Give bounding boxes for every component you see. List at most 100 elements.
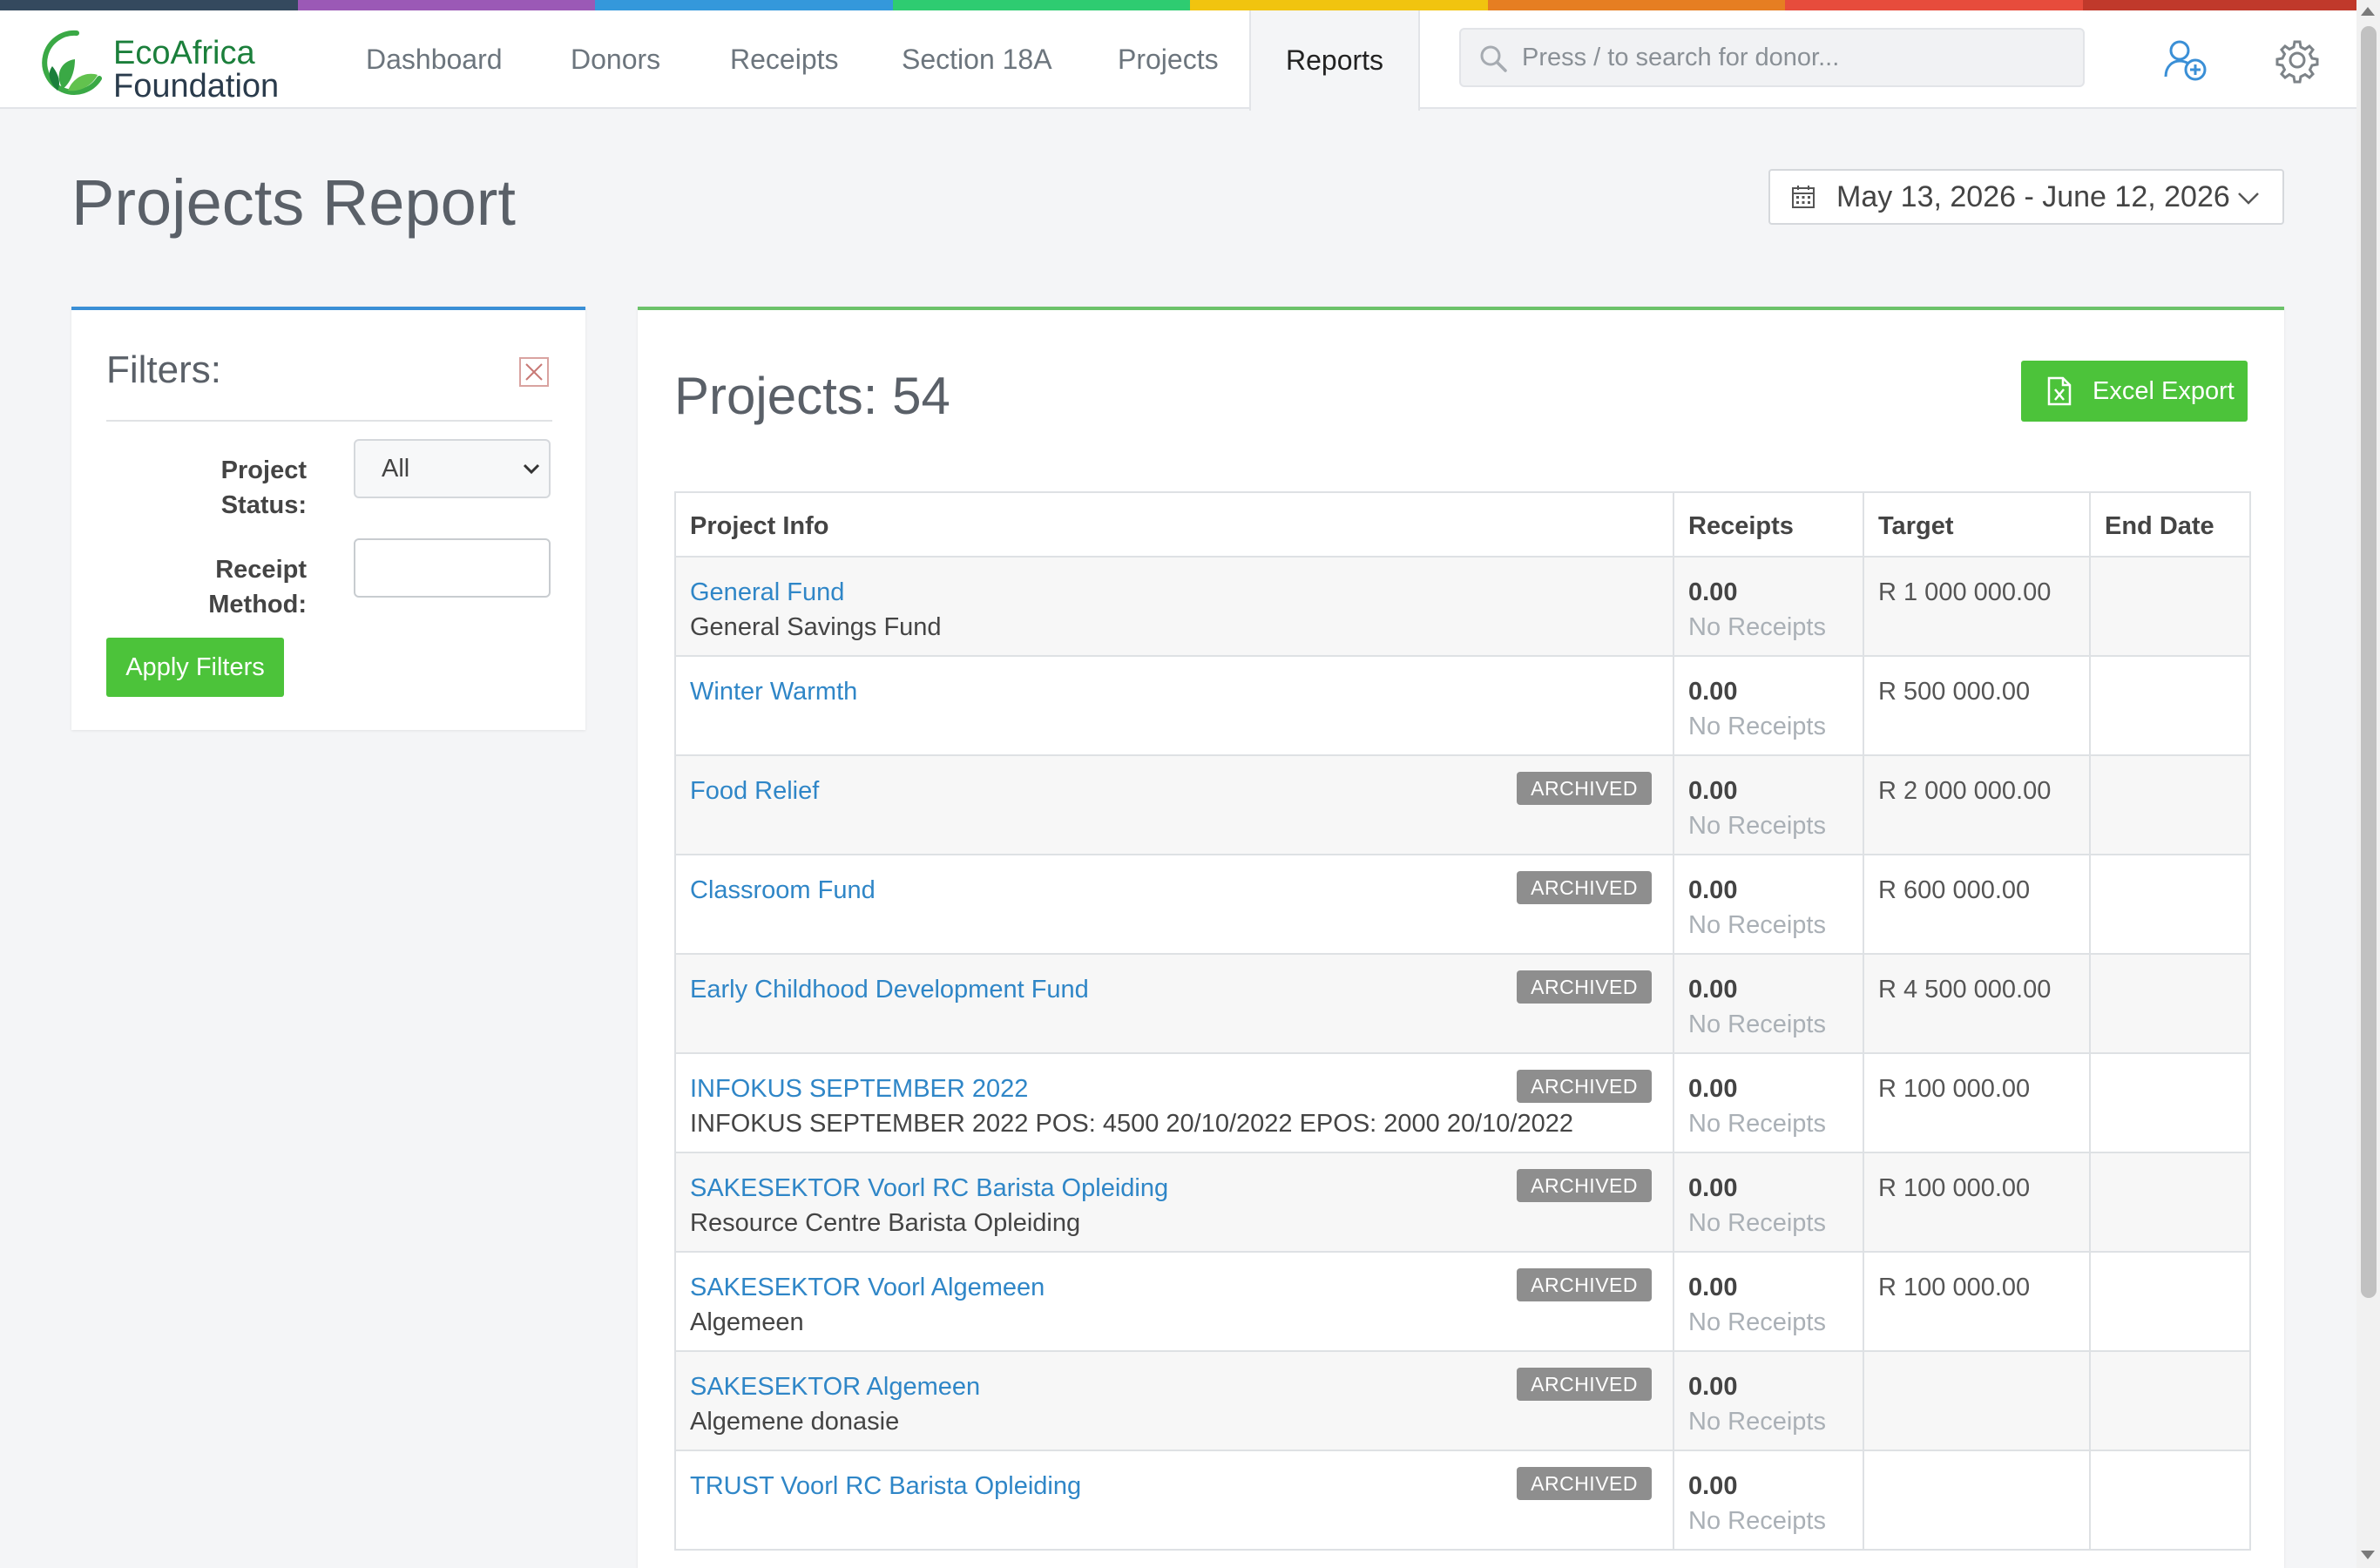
chevron-down-icon — [2238, 193, 2259, 205]
donor-search — [1459, 28, 2085, 87]
brand-name-line1: EcoAfrica — [113, 35, 255, 71]
project-info-cell: INFOKUS SEPTEMBER 2022 INFOKUS SEPTEMBER … — [674, 1052, 1674, 1153]
receipts-cell: 0.00 No Receipts — [1673, 1450, 1864, 1551]
date-range-value: May 13, 2026 - June 12, 2026 — [1836, 179, 2230, 213]
project-name-link[interactable]: Winter Warmth — [690, 674, 1659, 709]
column-receipts[interactable]: Receipts — [1673, 491, 1864, 558]
column-project-info[interactable]: Project Info — [674, 491, 1674, 558]
project-name-link[interactable]: General Fund — [690, 575, 1659, 610]
project-status-select[interactable]: All — [354, 439, 551, 498]
receipts-amount: 0.00 — [1688, 777, 1738, 805]
project-name-link[interactable]: SAKESEKTOR Voorl RC Barista Opleiding — [690, 1171, 1659, 1206]
donor-search-input[interactable] — [1522, 30, 2071, 85]
end-date-cell — [2089, 1450, 2251, 1551]
table-header-row: Project Info Receipts Target End Date — [674, 491, 2251, 558]
brand-name-line2: Foundation — [113, 68, 280, 105]
projects-count: Projects: 54 — [674, 367, 950, 425]
table-row: SAKESEKTOR Voorl Algemeen Algemeen ARCHIVE… — [674, 1251, 2251, 1352]
receipt-method-label: Receipt Method: — [208, 556, 307, 618]
receipt-method-input[interactable] — [354, 538, 551, 598]
target-cell: R 500 000.00 — [1863, 655, 2091, 756]
page-title: Projects Report — [71, 166, 516, 239]
project-info-cell: Classroom Fund ARCHIVED — [674, 854, 1674, 955]
project-status-value: All — [382, 454, 410, 483]
chevron-down-icon — [523, 463, 540, 475]
receipts-cell: 0.00 No Receipts — [1673, 655, 1864, 756]
nav-projects[interactable]: Projects — [1118, 10, 1219, 109]
close-filters-button[interactable] — [519, 357, 549, 387]
stripe-segment — [892, 0, 1190, 10]
receipts-amount: 0.00 — [1688, 876, 1738, 904]
receipts-cell: 0.00 No Receipts — [1673, 1251, 1864, 1352]
scroll-down-arrow-icon[interactable] — [2361, 1551, 2375, 1559]
scrollbar-thumb[interactable] — [2361, 26, 2377, 1298]
table-row: TRUST Voorl RC Barista Opleiding ARCHIVED… — [674, 1450, 2251, 1551]
project-info-cell: Early Childhood Development Fund ARCHIVED — [674, 953, 1674, 1054]
receipts-amount: 0.00 — [1688, 976, 1738, 1004]
column-end-date[interactable]: End Date — [2089, 491, 2251, 558]
receipts-note: No Receipts — [1688, 812, 1826, 840]
receipts-note: No Receipts — [1688, 713, 1826, 740]
receipts-note: No Receipts — [1688, 613, 1826, 641]
project-description: Algemene donasie — [690, 1408, 900, 1436]
filters-title: Filters: — [106, 348, 221, 391]
receipts-amount: 0.00 — [1688, 1174, 1738, 1202]
receipts-note: No Receipts — [1688, 911, 1826, 939]
receipts-amount: 0.00 — [1688, 1274, 1738, 1301]
date-range-picker[interactable]: May 13, 2026 - June 12, 2026 — [1768, 169, 2284, 225]
project-name-link[interactable]: Food Relief — [690, 774, 1659, 808]
stripe-segment — [595, 0, 893, 10]
target-cell: R 1 000 000.00 — [1863, 556, 2091, 657]
nav-receipts[interactable]: Receipts — [730, 10, 839, 109]
top-navigation: EcoAfrica Foundation Dashboard Donors Re… — [0, 10, 2356, 111]
target-cell: R 100 000.00 — [1863, 1251, 2091, 1352]
target-cell: R 4 500 000.00 — [1863, 953, 2091, 1054]
nav-section-18a[interactable]: Section 18A — [902, 10, 1052, 109]
nav-dashboard[interactable]: Dashboard — [366, 10, 503, 109]
table-row: INFOKUS SEPTEMBER 2022 INFOKUS SEPTEMBER … — [674, 1052, 2251, 1153]
archived-badge: ARCHIVED — [1517, 772, 1652, 805]
project-name-link[interactable]: SAKESEKTOR Algemeen — [690, 1369, 1659, 1404]
excel-export-label: Excel Export — [2093, 376, 2235, 405]
page-scrollbar[interactable] — [2356, 0, 2380, 1568]
receipts-note: No Receipts — [1688, 1408, 1826, 1436]
archived-badge: ARCHIVED — [1517, 1070, 1652, 1103]
project-name-link[interactable]: SAKESEKTOR Voorl Algemeen — [690, 1270, 1659, 1305]
target-cell: R 2 000 000.00 — [1863, 754, 2091, 855]
close-icon — [525, 363, 543, 381]
receipts-note: No Receipts — [1688, 1209, 1826, 1237]
table-row: General Fund General Savings Fund 0.00 No R… — [674, 556, 2251, 657]
archived-badge: ARCHIVED — [1517, 1467, 1652, 1500]
project-info-cell: General Fund General Savings Fund — [674, 556, 1674, 657]
project-info-cell: SAKESEKTOR Algemeen Algemene donasie ARCHI… — [674, 1350, 1674, 1451]
project-name-link[interactable]: TRUST Voorl RC Barista Opleiding — [690, 1469, 1659, 1504]
project-name-link[interactable]: INFOKUS SEPTEMBER 2022 — [690, 1071, 1659, 1106]
end-date-cell — [2089, 1052, 2251, 1153]
stripe-segment — [297, 0, 595, 10]
receipts-note: No Receipts — [1688, 1507, 1826, 1535]
scroll-up-arrow-icon[interactable] — [2361, 7, 2375, 16]
brand-logo[interactable]: EcoAfrica Foundation — [42, 23, 294, 105]
project-name-link[interactable]: Classroom Fund — [690, 873, 1659, 908]
add-user-icon[interactable] — [2162, 37, 2209, 84]
gear-icon[interactable] — [2274, 37, 2321, 84]
project-name-link[interactable]: Early Childhood Development Fund — [690, 972, 1659, 1007]
stripe-segment — [1785, 0, 2083, 10]
receipts-cell: 0.00 No Receipts — [1673, 1052, 1864, 1153]
receipts-amount: 0.00 — [1688, 1472, 1738, 1500]
apply-filters-button[interactable]: Apply Filters — [106, 638, 284, 697]
table-row: Early Childhood Development Fund ARCHIVED… — [674, 953, 2251, 1054]
nav-reports[interactable]: Reports — [1249, 10, 1421, 111]
receipts-amount: 0.00 — [1688, 678, 1738, 706]
brand-color-stripe — [0, 0, 2380, 10]
target-cell: R 100 000.00 — [1863, 1052, 2091, 1153]
nav-donors[interactable]: Donors — [571, 10, 660, 109]
stripe-segment — [1190, 0, 1488, 10]
receipts-cell: 0.00 No Receipts — [1673, 754, 1864, 855]
excel-export-button[interactable]: Excel Export — [2021, 361, 2248, 422]
end-date-cell — [2089, 1152, 2251, 1253]
calendar-icon — [1792, 186, 1815, 208]
project-status-label: Project Status: — [220, 456, 307, 519]
column-target[interactable]: Target — [1863, 491, 2091, 558]
receipts-amount: 0.00 — [1688, 1373, 1738, 1401]
